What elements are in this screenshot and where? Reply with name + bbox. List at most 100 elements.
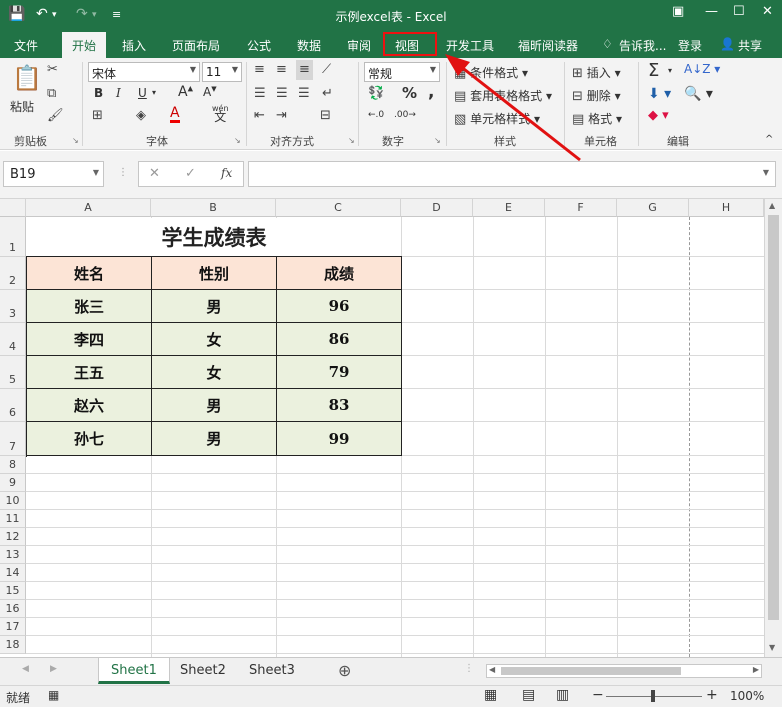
scroll-left-icon[interactable]: ◀ xyxy=(489,665,495,674)
decrease-font-icon[interactable]: A▼ xyxy=(203,85,217,99)
table-cell[interactable]: 张三 xyxy=(27,290,152,323)
zoom-slider-thumb[interactable] xyxy=(651,690,655,702)
table-cell[interactable]: 86 xyxy=(277,323,402,356)
column-header[interactable]: A xyxy=(26,199,151,217)
chevron-down-icon[interactable]: ▼ xyxy=(93,168,99,177)
zoom-in-button[interactable]: + xyxy=(706,687,718,703)
insert-cells-button[interactable]: ⊞ 插入 ▾ xyxy=(572,64,621,82)
row-header[interactable]: 17 xyxy=(0,618,26,636)
cut-icon[interactable]: ✂ xyxy=(47,62,58,78)
row-header[interactable]: 6 xyxy=(0,389,26,422)
column-header[interactable]: B xyxy=(151,199,276,217)
worksheet-grid[interactable]: A B C D E F G H 1 2 3 4 5 6 7 8 9 10 11 … xyxy=(0,199,782,657)
orientation-icon[interactable]: ⟋ xyxy=(322,62,331,78)
header-cell[interactable]: 性别 xyxy=(152,257,277,290)
increase-font-icon[interactable]: A▲ xyxy=(178,84,193,100)
column-header[interactable]: E xyxy=(473,199,545,217)
align-bottom-icon[interactable]: ≡ xyxy=(296,60,313,80)
row-header[interactable]: 16 xyxy=(0,600,26,618)
close-icon[interactable]: ✕ xyxy=(762,4,773,19)
autosum-dropdown-icon[interactable]: ▾ xyxy=(668,66,672,75)
table-cell[interactable]: 女 xyxy=(152,356,277,389)
decrease-decimal-icon[interactable]: .00→ xyxy=(394,110,416,120)
page-layout-view-icon[interactable]: ▤ xyxy=(522,687,535,703)
scroll-sheets-right-icon[interactable]: ▶ xyxy=(50,664,57,674)
row-header[interactable]: 3 xyxy=(0,290,26,323)
format-cells-button[interactable]: ▤ 格式 ▾ xyxy=(572,110,622,128)
scroll-right-icon[interactable]: ▶ xyxy=(753,665,759,674)
row-header[interactable]: 2 xyxy=(0,257,26,290)
table-cell[interactable]: 男 xyxy=(152,389,277,422)
tab-data[interactable]: 数据 xyxy=(297,37,321,54)
maximize-icon[interactable]: ☐ xyxy=(733,4,745,19)
copy-icon[interactable]: ⧉ xyxy=(47,86,56,102)
table-cell[interactable]: 孙七 xyxy=(27,422,152,456)
font-color-button[interactable]: A xyxy=(170,106,180,123)
font-name-combo[interactable]: 宋体 ▼ xyxy=(88,62,200,82)
column-header[interactable]: F xyxy=(545,199,617,217)
row-header[interactable]: 1 xyxy=(0,217,26,257)
row-header[interactable]: 12 xyxy=(0,528,26,546)
sheet-title-cell[interactable]: 学生成绩表 xyxy=(27,218,401,256)
phonetic-guide-icon[interactable]: wén 文 xyxy=(212,104,229,123)
select-all-corner[interactable] xyxy=(0,199,26,217)
autosum-icon[interactable]: Σ xyxy=(648,60,659,81)
align-middle-icon[interactable]: ≡ xyxy=(276,62,287,78)
sheet-tab-3[interactable]: Sheet3 xyxy=(237,658,307,684)
percent-button[interactable]: % xyxy=(402,84,417,102)
tab-page-layout[interactable]: 页面布局 xyxy=(172,37,220,54)
align-left-icon[interactable]: ☰ xyxy=(254,86,266,102)
zoom-out-button[interactable]: − xyxy=(592,687,604,703)
formula-input[interactable]: ▼ xyxy=(248,161,776,187)
decrease-indent-icon[interactable]: ⇤ xyxy=(254,108,265,124)
zoom-level[interactable]: 100% xyxy=(730,689,764,703)
cancel-entry-button[interactable]: ✕ xyxy=(149,166,160,181)
merge-center-icon[interactable]: ⊟ xyxy=(320,108,331,124)
find-select-icon[interactable]: 🔍 ▾ xyxy=(684,86,713,102)
row-header[interactable]: 8 xyxy=(0,456,26,474)
dialog-launcher-icon[interactable]: ↘ xyxy=(234,136,241,145)
column-header[interactable]: G xyxy=(617,199,689,217)
format-as-table-button[interactable]: ▤ 套用表格格式 ▾ xyxy=(454,87,552,105)
scroll-sheets-left-icon[interactable]: ◀ xyxy=(22,664,29,674)
collapse-ribbon-icon[interactable]: ^ xyxy=(765,134,773,145)
dialog-launcher-icon[interactable]: ↘ xyxy=(72,136,79,145)
row-header[interactable]: 18 xyxy=(0,636,26,654)
scroll-up-icon[interactable]: ▲ xyxy=(769,201,775,210)
row-header[interactable]: 15 xyxy=(0,582,26,600)
tab-developer[interactable]: 开发工具 xyxy=(446,37,494,54)
add-sheet-icon[interactable]: ⊕ xyxy=(338,661,351,680)
scrollbar-thumb[interactable] xyxy=(768,215,779,620)
sheet-tab-1[interactable]: Sheet1 xyxy=(98,658,170,684)
format-painter-icon[interactable]: 🖌 xyxy=(47,108,64,124)
table-cell[interactable]: 79 xyxy=(277,356,402,389)
header-cell[interactable]: 成绩 xyxy=(277,257,402,290)
comma-button[interactable]: , xyxy=(428,82,434,102)
tab-home[interactable]: 开始 xyxy=(62,32,107,58)
table-cell[interactable]: 96 xyxy=(277,290,402,323)
underline-dropdown-icon[interactable]: ▾ xyxy=(152,88,156,97)
row-header[interactable]: 10 xyxy=(0,492,26,510)
tab-view[interactable]: 视图 xyxy=(383,32,437,56)
expand-formula-icon[interactable]: ▼ xyxy=(763,168,769,177)
row-header[interactable]: 11 xyxy=(0,510,26,528)
header-cell[interactable]: 姓名 xyxy=(27,257,152,290)
align-center-icon[interactable]: ☰ xyxy=(276,86,288,102)
tab-file[interactable]: 文件 xyxy=(14,37,38,54)
italic-button[interactable]: I xyxy=(116,86,121,100)
delete-cells-button[interactable]: ⊟ 删除 ▾ xyxy=(572,87,621,105)
row-header[interactable]: 9 xyxy=(0,474,26,492)
table-cell[interactable]: 女 xyxy=(152,323,277,356)
table-cell[interactable]: 男 xyxy=(152,290,277,323)
name-box[interactable]: B19 ▼ xyxy=(3,161,104,187)
table-cell[interactable]: 李四 xyxy=(27,323,152,356)
row-header[interactable]: 14 xyxy=(0,564,26,582)
tab-insert[interactable]: 插入 xyxy=(122,37,146,54)
fill-color-icon[interactable]: ◈ xyxy=(136,108,146,124)
insert-function-button[interactable]: fx xyxy=(221,166,232,180)
tell-me-search[interactable]: 告诉我... xyxy=(619,37,666,54)
column-header[interactable]: C xyxy=(276,199,401,217)
number-format-combo[interactable]: 常规 ▼ xyxy=(364,62,440,82)
dialog-launcher-icon[interactable]: ↘ xyxy=(348,136,355,145)
tab-formulas[interactable]: 公式 xyxy=(247,37,271,54)
